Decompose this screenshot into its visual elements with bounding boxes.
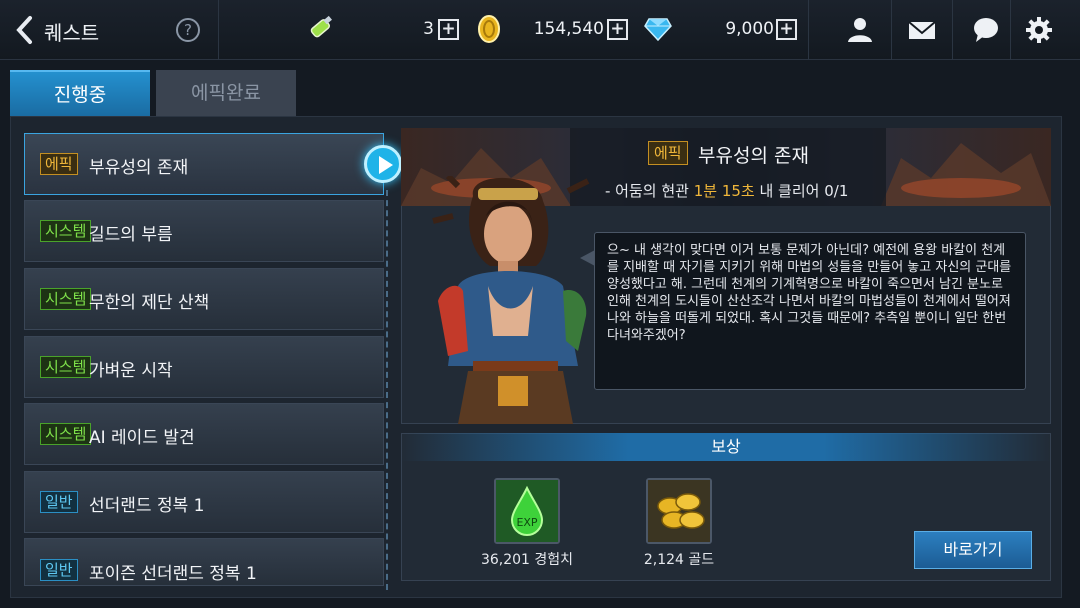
exp-potion-icon[interactable]: EXP bbox=[494, 478, 560, 544]
divider bbox=[891, 0, 892, 60]
detail-tag-epic: 에픽 bbox=[648, 141, 688, 165]
top-bar: 퀘스트 ? 3 + 154,540 + 9,000 + bbox=[0, 0, 1080, 60]
quest-name: 부유성의 존재 bbox=[89, 158, 189, 178]
friends-icon[interactable] bbox=[845, 15, 875, 45]
quest-name: 포이즌 선더랜드 정복 1 bbox=[89, 564, 257, 584]
quest-item-thunderland-1[interactable]: 일반 선더랜드 정복 1 bbox=[24, 471, 384, 533]
quest-tag-normal: 일반 bbox=[40, 559, 78, 581]
divider bbox=[808, 0, 809, 60]
back-arrow-icon[interactable] bbox=[10, 12, 40, 48]
npc-portrait bbox=[428, 173, 598, 424]
divider bbox=[1010, 0, 1011, 60]
quest-item-ai-raid[interactable]: 시스템 AI 레이드 발견 bbox=[24, 403, 384, 465]
stamina-icon bbox=[306, 14, 336, 44]
quest-item-guild-call[interactable]: 시스템 길드의 부름 bbox=[24, 200, 384, 262]
chat-icon[interactable] bbox=[971, 15, 1001, 45]
tab-in-progress[interactable]: 진행중 bbox=[10, 70, 150, 116]
detail-objective: - 어둠의 현관 1분 15초 내 클리어 0/1 bbox=[605, 180, 848, 201]
goto-button[interactable]: 바로가기 bbox=[914, 531, 1032, 569]
play-arrow-icon[interactable] bbox=[364, 145, 402, 183]
mail-icon[interactable] bbox=[907, 15, 937, 45]
quest-tag-system: 시스템 bbox=[40, 288, 92, 310]
quest-tag-normal: 일반 bbox=[40, 491, 78, 513]
npc-dialogue: 으~ 내 생각이 맞다면 이거 보통 문제가 아닌데? 예전에 용왕 바칼이 천… bbox=[594, 232, 1026, 390]
gem-value: 9,000 bbox=[725, 19, 774, 39]
objective-time: 1분 15초 bbox=[693, 182, 755, 200]
reward-heading: 보상 bbox=[401, 433, 1051, 461]
settings-gear-icon[interactable] bbox=[1024, 15, 1054, 45]
gold-coin-icon bbox=[476, 14, 502, 44]
help-icon[interactable]: ? bbox=[176, 18, 200, 42]
stamina-value: 3 bbox=[423, 19, 434, 39]
objective-prefix: - 어둠의 현관 bbox=[605, 182, 694, 200]
add-stamina-button[interactable]: + bbox=[438, 19, 459, 40]
quest-connector-line bbox=[386, 190, 388, 590]
quest-tag-system: 시스템 bbox=[40, 356, 92, 378]
quest-item-light-start[interactable]: 시스템 가벼운 시작 bbox=[24, 336, 384, 398]
quest-item-poison-thunderland-1[interactable]: 일반 포이즌 선더랜드 정복 1 bbox=[24, 538, 384, 586]
quest-item-epic-floating-castle[interactable]: 에픽 부유성의 존재 bbox=[24, 133, 384, 195]
divider bbox=[952, 0, 953, 60]
gold-coins-icon[interactable] bbox=[646, 478, 712, 544]
page-title: 퀘스트 bbox=[44, 21, 100, 45]
quest-tag-epic: 에픽 bbox=[40, 153, 78, 175]
add-gold-button[interactable]: + bbox=[607, 19, 628, 40]
gem-icon bbox=[644, 16, 672, 42]
quest-name: 무한의 제단 산책 bbox=[89, 293, 210, 313]
quest-tag-system: 시스템 bbox=[40, 423, 92, 445]
quest-name: 길드의 부름 bbox=[89, 225, 173, 245]
quest-item-infinite-altar[interactable]: 시스템 무한의 제단 산책 bbox=[24, 268, 384, 330]
reward-exp-label: 36,201 경험치 bbox=[480, 552, 574, 568]
gold-value: 154,540 bbox=[533, 19, 604, 39]
tab-epic-completed[interactable]: 에픽완료 bbox=[156, 70, 296, 116]
add-gem-button[interactable]: + bbox=[776, 19, 797, 40]
reward-gold-label: 2,124 골드 bbox=[643, 552, 715, 568]
detail-title: 부유성의 존재 bbox=[698, 145, 809, 167]
speech-bubble-tail bbox=[580, 250, 595, 266]
quest-name: 가벼운 시작 bbox=[89, 361, 173, 381]
svg-text:EXP: EXP bbox=[516, 516, 537, 529]
quest-tag-system: 시스템 bbox=[40, 220, 92, 242]
divider bbox=[218, 0, 219, 60]
quest-name: AI 레이드 발견 bbox=[89, 428, 195, 448]
quest-name: 선더랜드 정복 1 bbox=[89, 496, 205, 516]
objective-suffix: 내 클리어 0/1 bbox=[754, 182, 849, 200]
